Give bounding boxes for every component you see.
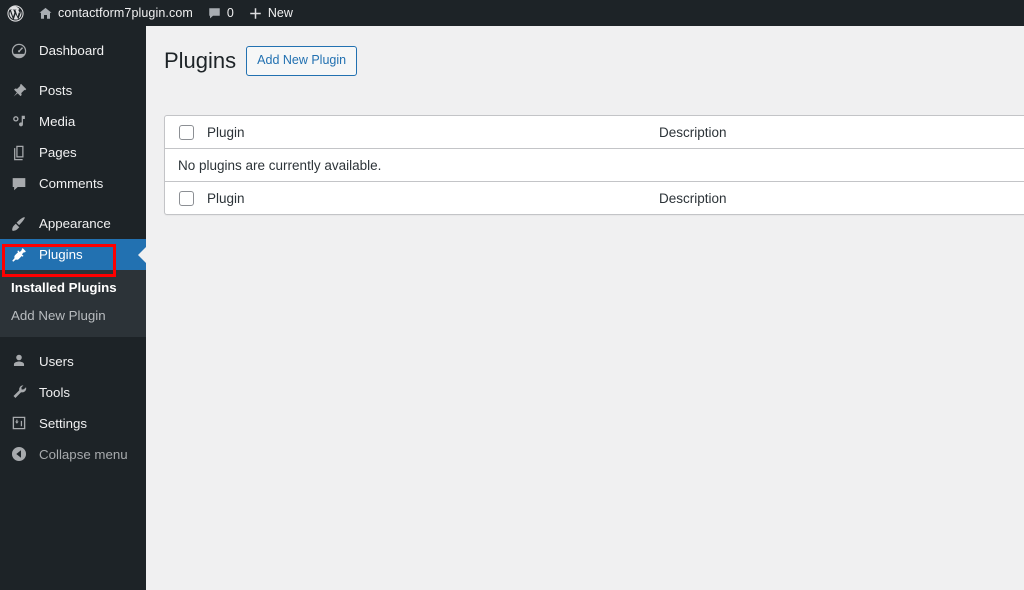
wordpress-logo-icon [7,4,24,22]
sidebar-item-label: Posts [39,82,73,98]
sidebar-item-comments[interactable]: Comments [0,168,146,199]
settings-sliders-icon [9,413,29,433]
paintbrush-icon [9,214,29,234]
admin-sidebar-menu: Dashboard Posts Media Pages Comments App… [0,26,146,590]
menu-separator-3 [0,337,146,346]
sidebar-item-users[interactable]: Users [0,346,146,377]
menu-separator-2 [0,199,146,208]
comment-bubble-icon [9,174,29,194]
select-all-cell-bottom [165,190,207,206]
menu-separator-1 [0,66,146,75]
plugins-submenu: Installed Plugins Add New Plugin [0,270,146,337]
page-header: Plugins Add New Plugin [146,26,1024,76]
pages-icon [9,143,29,163]
menu-spacer-top [0,26,146,35]
sidebar-item-label: Pages [39,144,77,160]
home-icon [38,6,53,21]
sidebar-item-posts[interactable]: Posts [0,75,146,106]
new-label: New [267,6,293,20]
new-content-menu[interactable]: New [241,0,300,26]
sidebar-item-dashboard[interactable]: Dashboard [0,35,146,66]
site-name-label: contactform7plugin.com [58,6,193,20]
submenu-item-installed-plugins[interactable]: Installed Plugins [0,274,146,302]
plugins-table: Plugin Description No plugins are curren… [164,115,1024,215]
pin-icon [9,81,29,101]
user-icon [9,351,29,371]
sidebar-item-appearance[interactable]: Appearance [0,208,146,239]
select-all-cell [165,124,207,140]
sidebar-item-label: Comments [39,175,104,191]
comment-bubble-icon [207,6,222,21]
empty-state-message: No plugins are currently available. [178,157,382,173]
column-header-plugin[interactable]: Plugin [207,125,659,140]
column-header-description[interactable]: Description [659,125,1024,140]
dashboard-gauge-icon [9,41,29,61]
column-footer-description[interactable]: Description [659,191,1024,206]
comments-menu[interactable]: 0 [200,0,241,26]
select-all-checkbox-bottom[interactable] [178,190,194,206]
collapse-menu-button[interactable]: Collapse menu [0,439,146,470]
admin-bar: contactform7plugin.com 0 New [0,0,1024,26]
sidebar-item-label: Tools [39,384,71,400]
submenu-item-add-new-plugin[interactable]: Add New Plugin [0,302,146,330]
wordpress-admin-screen: contactform7plugin.com 0 New Dashboard P… [0,0,1024,590]
wrench-icon [9,382,29,402]
plug-icon [9,245,29,265]
sidebar-item-label: Users [39,353,74,369]
plus-icon [248,6,263,21]
table-footer-row: Plugin Description [165,181,1024,214]
sidebar-item-tools[interactable]: Tools [0,377,146,408]
comments-count: 0 [226,6,234,20]
media-music-icon [9,112,29,132]
wp-logo-button[interactable] [0,0,31,26]
column-footer-plugin[interactable]: Plugin [207,191,659,206]
sidebar-item-label: Settings [39,415,88,431]
page-title: Plugins [164,47,237,73]
sidebar-item-pages[interactable]: Pages [0,137,146,168]
site-name-menu[interactable]: contactform7plugin.com [31,0,200,26]
chevron-left-circle-icon [9,444,29,464]
sidebar-item-label: Plugins [39,246,83,262]
sidebar-item-plugins[interactable]: Plugins [0,239,146,270]
collapse-menu-label: Collapse menu [39,446,128,462]
table-empty-message-row: No plugins are currently available. [165,149,1024,181]
sidebar-item-label: Appearance [39,215,111,231]
sidebar-item-label: Dashboard [39,42,105,58]
add-new-plugin-button[interactable]: Add New Plugin [246,46,358,76]
sidebar-item-media[interactable]: Media [0,106,146,137]
main-content-area: Plugins Add New Plugin Plugin Descriptio… [146,26,1024,590]
sidebar-item-settings[interactable]: Settings [0,408,146,439]
sidebar-item-label: Media [39,113,76,129]
select-all-checkbox-top[interactable] [178,124,194,140]
table-header-row: Plugin Description [165,116,1024,149]
